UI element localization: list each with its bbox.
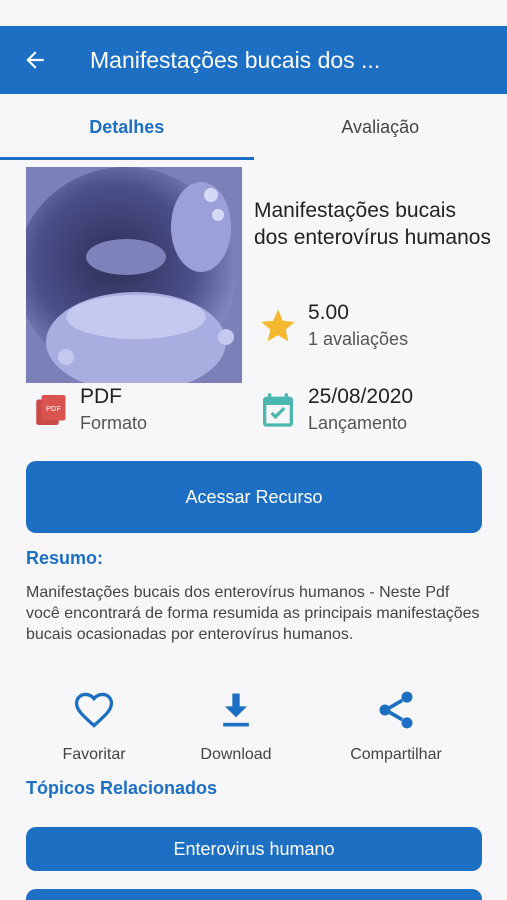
rating-summary: 5.00 1 avaliações xyxy=(258,300,408,352)
status-bar xyxy=(0,0,507,26)
rating-count: 1 avaliações xyxy=(308,329,409,349)
related-topic-button[interactable]: Enterovirus humano xyxy=(26,827,482,871)
share-button[interactable]: Compartilhar xyxy=(321,688,471,764)
resource-title: Manifestações bucais dos enterovírus hum… xyxy=(254,199,491,249)
share-label: Compartilhar xyxy=(350,746,442,763)
download-icon xyxy=(223,693,249,727)
summary-heading: Resumo: xyxy=(26,548,104,568)
resource-cover-image xyxy=(26,167,242,383)
page-title: Manifestações bucais dos ... xyxy=(90,46,381,73)
heart-icon xyxy=(74,692,114,728)
favorite-button[interactable]: Favoritar xyxy=(19,688,169,764)
format-label: Formato xyxy=(80,413,148,433)
format-info: PDF PDF Formato xyxy=(34,384,147,436)
release-label: Lançamento xyxy=(308,413,408,433)
access-resource-button[interactable]: Acessar Recurso xyxy=(26,461,482,533)
star-icon xyxy=(261,309,295,342)
release-value: 25/08/2020 xyxy=(308,385,414,408)
format-value: PDF xyxy=(80,385,122,408)
calendar-check-icon xyxy=(263,393,293,427)
back-button[interactable] xyxy=(0,26,70,94)
share-icon xyxy=(379,691,413,729)
related-topics-heading: Tópicos Relacionados xyxy=(26,778,218,798)
pdf-file-icon: PDF xyxy=(36,395,66,425)
download-button[interactable]: Download xyxy=(161,688,311,764)
download-label: Download xyxy=(200,746,272,763)
svg-text:PDF: PDF xyxy=(46,404,61,413)
app-bar: Manifestações bucais dos ... xyxy=(0,26,507,94)
release-info: 25/08/2020 Lançamento xyxy=(258,384,413,436)
related-topic-button-partial[interactable] xyxy=(26,889,482,900)
tab-review[interactable]: Avaliação xyxy=(254,94,507,160)
arrow-left-icon xyxy=(26,51,44,69)
summary-text: Manifestações bucais dos enterovírus hum… xyxy=(26,584,480,643)
rating-value: 5.00 xyxy=(308,301,349,324)
favorite-label: Favoritar xyxy=(62,746,126,763)
tab-details[interactable]: Detalhes xyxy=(0,94,254,160)
tab-bar: Detalhes Avaliação xyxy=(0,94,507,160)
